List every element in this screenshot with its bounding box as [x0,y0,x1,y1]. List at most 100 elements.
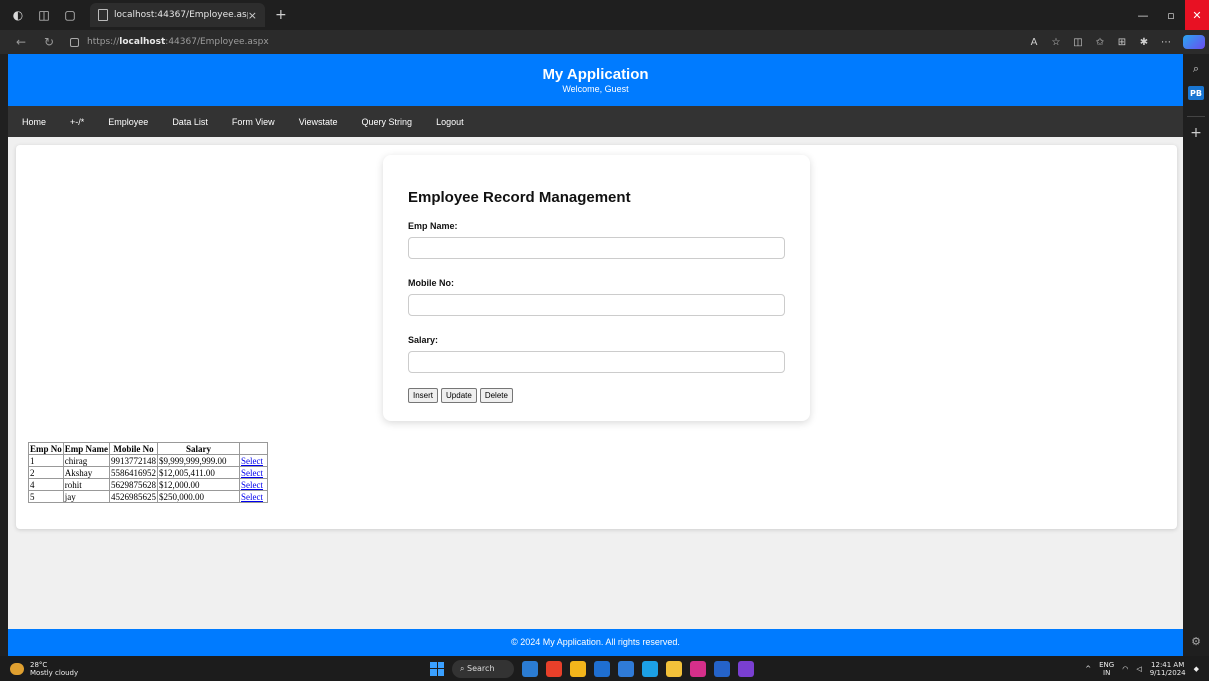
favorites-icon[interactable]: ✩ [1089,37,1111,48]
url-prefix: https:// [87,37,120,47]
url-rest: :44367/Employee.aspx [165,37,269,47]
select-link[interactable]: Select [241,492,263,502]
chevron-up-icon[interactable]: ^ [1085,665,1091,673]
table-row: 4 rohit 5629875628 $12,000.00 Select [28,478,269,491]
lang-top: ENG [1099,660,1115,669]
visual-studio-icon[interactable] [738,660,754,677]
cell-emp-name: rohit [62,478,111,491]
split-screen-icon[interactable]: ◫ [1067,37,1089,48]
app-icon-1[interactable] [522,660,538,677]
new-tab-button[interactable]: + [275,7,287,23]
collections-icon[interactable]: ⊞ [1111,37,1133,48]
header-action [239,442,269,455]
system-tray: ^ ENG IN ◠ ◁ 12:41 AM 9/11/2024 ◆ [1085,661,1199,677]
store-icon[interactable] [618,660,634,677]
edge-icon[interactable] [642,660,658,677]
menu-home[interactable]: Home [22,117,46,127]
chrome-icon[interactable] [666,660,682,677]
refresh-icon[interactable]: ↻ [42,35,56,49]
taskbar-search[interactable]: ⌕ Search [452,659,514,678]
more-icon[interactable]: ⋯ [1155,37,1177,48]
cell-mobile: 4526985625 [109,490,159,503]
bing-icon[interactable] [594,660,610,677]
menu-employee[interactable]: Employee [108,117,148,127]
notification-icon[interactable]: ◆ [1194,665,1199,673]
taskbar-search-label: Search [467,664,495,673]
tab-title: localhost:44367/Employee.aspx [114,10,248,20]
file-explorer-icon[interactable] [570,660,586,677]
windows-start-icon[interactable] [430,661,444,676]
cell-mobile: 5586416952 [109,466,159,479]
menu-logout[interactable]: Logout [436,117,464,127]
word-icon[interactable] [714,660,730,677]
select-link[interactable]: Select [241,456,263,466]
cell-action: Select [239,478,269,491]
wifi-icon[interactable]: ◠ [1122,665,1128,673]
salary-input[interactable] [408,351,785,373]
gear-icon[interactable]: ⚙ [1191,635,1201,648]
cell-salary: $9,999,999,999.00 [157,454,241,467]
cell-action: Select [239,454,269,467]
mobile-input[interactable] [408,294,785,316]
cell-salary: $250,000.00 [157,490,241,503]
browser-sidebar: ⌕ PB + ⚙ [1183,54,1209,656]
taskbar-apps: ⌕ Search [430,659,754,678]
copilot-icon[interactable] [1183,35,1205,49]
clock[interactable]: 12:41 AM 9/11/2024 [1150,661,1186,677]
profile-badge[interactable]: PB [1188,86,1204,100]
favorite-star-icon[interactable]: ☆ [1045,37,1067,48]
salary-label: Salary: [408,335,439,345]
select-link[interactable]: Select [241,480,263,490]
cell-mobile: 5629875628 [109,478,159,491]
browser-tab-bar: ◐ ◫ ▢ localhost:44367/Employee.aspx × + … [0,0,1209,30]
read-aloud-icon[interactable]: A [1023,37,1045,48]
weather-temp: 28°C [30,660,48,669]
menu-viewstate[interactable]: Viewstate [299,117,338,127]
address-bar-tools: A ☆ ◫ ✩ ⊞ ✱ ⋯ [1023,35,1205,49]
window-controls: — ▫ ✕ [1129,0,1209,30]
delete-button[interactable]: Delete [479,388,513,403]
app-icon-2[interactable] [546,660,562,677]
select-link[interactable]: Select [241,468,263,478]
clock-time: 12:41 AM [1151,660,1185,669]
cell-emp-no: 1 [28,454,64,467]
clock-date: 9/11/2024 [1149,668,1186,677]
table-row: 2 Akshay 5586416952 $12,005,411.00 Selec… [28,466,269,479]
weather-widget[interactable]: 28°C Mostly cloudy [10,661,78,677]
browser-tab[interactable]: localhost:44367/Employee.aspx × [90,3,265,27]
app-icon-8[interactable] [690,660,706,677]
table-row: 1 chirag 9913772148 $9,999,999,999.00 Se… [28,454,269,467]
workspaces-icon[interactable]: ◫ [36,7,52,23]
address-bar[interactable]: https://localhost:44367/Employee.aspx [70,37,269,47]
weather-condition: Mostly cloudy [30,668,79,677]
cell-emp-no: 5 [28,490,64,503]
header-salary: Salary [157,442,241,455]
search-icon[interactable]: ⌕ [1193,62,1199,76]
menu-query-string[interactable]: Query String [362,117,413,127]
language-indicator[interactable]: ENG IN [1099,661,1114,677]
close-window-icon[interactable]: ✕ [1185,0,1209,30]
back-icon[interactable]: ← [14,35,28,49]
volume-icon[interactable]: ◁ [1136,665,1141,673]
cell-emp-no: 4 [28,478,64,491]
emp-name-label: Emp Name: [408,221,458,231]
profile-icon[interactable]: ◐ [10,7,26,23]
emp-name-input[interactable] [408,237,785,259]
restore-icon[interactable]: ▫ [1157,0,1185,30]
app-footer: © 2024 My Application. All rights reserv… [8,629,1183,656]
close-tab-icon[interactable]: × [248,9,257,22]
extensions-icon[interactable]: ✱ [1133,37,1155,48]
tab-actions-icon[interactable]: ▢ [62,7,78,23]
address-bar-row: ← ↻ https://localhost:44367/Employee.asp… [0,30,1209,54]
update-button[interactable]: Update [441,388,477,403]
menu-calculator[interactable]: +-/* [70,117,84,127]
add-sidebar-app-icon[interactable]: + [1187,116,1205,141]
menu-form-view[interactable]: Form View [232,117,275,127]
employee-form-card: Employee Record Management Emp Name: Mob… [383,155,810,421]
windows-taskbar: 28°C Mostly cloudy ⌕ Search ^ ENG IN ◠ ◁… [0,656,1209,681]
menu-data-list[interactable]: Data List [172,117,208,127]
insert-button[interactable]: Insert [408,388,439,403]
employee-grid: Emp No Emp Name Mobile No Salary 1 chira… [28,442,269,503]
cell-action: Select [239,490,269,503]
minimize-icon[interactable]: — [1129,0,1157,30]
